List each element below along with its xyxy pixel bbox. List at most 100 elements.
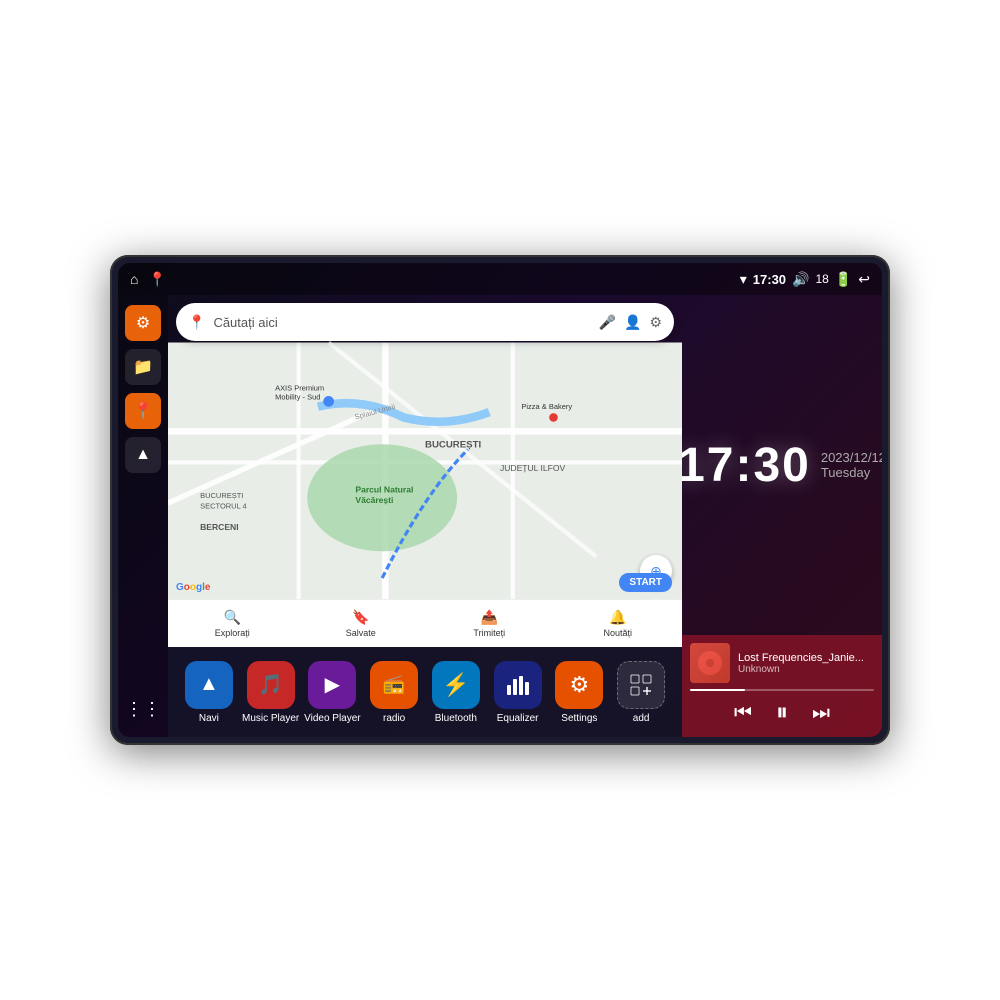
sidebar-item-navi[interactable]: ▲ xyxy=(125,437,161,473)
add-icon-wrap xyxy=(617,661,665,709)
grid-icon: ⋮⋮ xyxy=(125,699,161,720)
music-progress-bar[interactable] xyxy=(690,689,874,691)
video-player-label: Video Player xyxy=(304,713,361,724)
music-info: Lost Frequencies_Janie... Unknown xyxy=(690,643,874,683)
map-container[interactable]: Parcul Natural Văcărești BUCUREȘTI JUDEȚ… xyxy=(168,295,682,647)
clock-time: 17:30 xyxy=(678,438,811,493)
map-view: Parcul Natural Văcărești BUCUREȘTI JUDEȚ… xyxy=(168,295,682,647)
album-art xyxy=(690,643,730,683)
start-button[interactable]: START xyxy=(619,573,672,592)
files-icon: 📁 xyxy=(133,357,153,377)
main-content: ⚙ 📁 📍 ▲ ⋮⋮ xyxy=(118,295,882,737)
svg-text:Parcul Natural: Parcul Natural xyxy=(355,484,413,494)
add-grid-icon xyxy=(626,670,656,700)
start-label: START xyxy=(629,577,662,588)
navi-icon-wrap: ▲ xyxy=(185,661,233,709)
send-label: Trimiteți xyxy=(473,628,505,638)
battery-level: 18 xyxy=(815,272,828,286)
video-player-icon: ▶ xyxy=(325,672,340,697)
updates-label: Noutăți xyxy=(603,628,632,638)
back-icon[interactable]: ↩ xyxy=(858,271,870,288)
overflow-icon[interactable]: ⚙ xyxy=(649,314,662,331)
car-display: ⌂ 📍 ▾ 17:30 🔊 18 🔋 ↩ ⚙ 📁 xyxy=(110,255,890,745)
radio-icon: 📻 xyxy=(383,674,405,695)
play-pause-button[interactable]: ⏸ xyxy=(774,697,790,729)
google-logo: Google xyxy=(176,582,210,593)
music-player-label: Music Player xyxy=(242,713,299,724)
search-text[interactable]: Căutați aici xyxy=(213,315,590,330)
radio-icon-wrap: 📻 xyxy=(370,661,418,709)
maps-status-icon[interactable]: 📍 xyxy=(148,271,165,288)
clock-date: 2023/12/12 xyxy=(821,450,882,465)
sidebar-grid-button[interactable]: ⋮⋮ xyxy=(125,691,161,727)
music-player-panel: Lost Frequencies_Janie... Unknown ⏮ ⏸ ⏭ xyxy=(682,635,882,737)
clock-date-panel: 2023/12/12 Tuesday xyxy=(821,450,882,480)
settings-app-icon: ⚙ xyxy=(570,672,590,698)
app-navi[interactable]: ▲ Navi xyxy=(178,661,240,724)
home-icon[interactable]: ⌂ xyxy=(130,271,138,287)
navi-icon: ▲ xyxy=(135,446,151,464)
svg-text:BUCUREȘTI: BUCUREȘTI xyxy=(200,491,243,500)
music-controls: ⏮ ⏸ ⏭ xyxy=(690,697,874,729)
music-artist: Unknown xyxy=(738,664,874,675)
status-time: 17:30 xyxy=(753,272,786,287)
equalizer-label: Equalizer xyxy=(497,713,539,724)
map-tab-updates[interactable]: 🔔 Noutăți xyxy=(554,609,683,638)
music-player-icon: 🎵 xyxy=(258,672,283,697)
app-bluetooth[interactable]: ⚡ Bluetooth xyxy=(425,661,487,724)
app-equalizer[interactable]: Equalizer xyxy=(487,661,549,724)
right-panel: 17:30 2023/12/12 Tuesday xyxy=(682,295,882,737)
status-bar: ⌂ 📍 ▾ 17:30 🔊 18 🔋 ↩ xyxy=(118,263,882,295)
app-dock: ▲ Navi 🎵 Music Player ▶ Vi xyxy=(168,647,682,737)
sidebar: ⚙ 📁 📍 ▲ ⋮⋮ xyxy=(118,295,168,737)
map-tab-send[interactable]: 📤 Trimiteți xyxy=(425,609,554,638)
app-settings[interactable]: ⚙ Settings xyxy=(549,661,611,724)
svg-text:BUCUREȘTI: BUCUREȘTI xyxy=(425,439,481,450)
music-player-icon-wrap: 🎵 xyxy=(247,661,295,709)
music-details: Lost Frequencies_Janie... Unknown xyxy=(738,652,874,675)
sidebar-item-files[interactable]: 📁 xyxy=(125,349,161,385)
equalizer-icon-wrap xyxy=(494,661,542,709)
app-radio[interactable]: 📻 radio xyxy=(363,661,425,724)
svg-text:JUDEȚUL ILFOV: JUDEȚUL ILFOV xyxy=(500,463,566,473)
music-progress-fill xyxy=(690,689,745,691)
mic-icon[interactable]: 🎤 xyxy=(599,314,616,331)
send-icon: 📤 xyxy=(481,609,498,626)
map-tab-explore[interactable]: 🔍 Explorați xyxy=(168,609,297,638)
settings-app-icon-wrap: ⚙ xyxy=(555,661,603,709)
saved-icon: 🔖 xyxy=(352,609,369,626)
status-right: ▾ 17:30 🔊 18 🔋 ↩ xyxy=(740,271,870,288)
prev-button[interactable]: ⏮ xyxy=(732,700,754,727)
radio-label: radio xyxy=(383,713,405,724)
google-maps-icon: 📍 xyxy=(188,314,205,331)
sidebar-item-maps[interactable]: 📍 xyxy=(125,393,161,429)
settings-icon: ⚙ xyxy=(136,313,150,333)
video-player-icon-wrap: ▶ xyxy=(308,661,356,709)
app-video-player[interactable]: ▶ Video Player xyxy=(302,661,364,724)
explore-label: Explorați xyxy=(215,628,250,638)
clock-weekday: Tuesday xyxy=(821,465,882,480)
account-icon[interactable]: 👤 xyxy=(624,314,641,331)
navi-app-icon: ▲ xyxy=(199,673,219,696)
map-tabs: 🔍 Explorați 🔖 Salvate 📤 Trimiteți xyxy=(168,599,682,647)
svg-text:Văcărești: Văcărești xyxy=(355,495,393,505)
clock-panel: 17:30 2023/12/12 Tuesday xyxy=(682,295,882,635)
next-button[interactable]: ⏭ xyxy=(810,700,832,727)
saved-label: Salvate xyxy=(346,628,376,638)
battery-icon: 🔋 xyxy=(835,271,852,288)
svg-text:Pizza & Bakery: Pizza & Bakery xyxy=(521,402,572,411)
bluetooth-icon-wrap: ⚡ xyxy=(432,661,480,709)
music-title: Lost Frequencies_Janie... xyxy=(738,652,874,664)
album-art-image xyxy=(690,643,730,683)
svg-text:BERCENI: BERCENI xyxy=(200,522,238,532)
svg-text:SECTORUL 4: SECTORUL 4 xyxy=(200,501,247,510)
map-search-bar[interactable]: 📍 Căutați aici 🎤 👤 ⚙ xyxy=(176,303,674,341)
map-svg: Parcul Natural Văcărești BUCUREȘTI JUDEȚ… xyxy=(168,295,682,647)
map-tab-saved[interactable]: 🔖 Salvate xyxy=(297,609,426,638)
equalizer-bars-icon xyxy=(504,671,532,699)
center-content: Parcul Natural Văcărești BUCUREȘTI JUDEȚ… xyxy=(168,295,682,737)
sidebar-item-settings[interactable]: ⚙ xyxy=(125,305,161,341)
app-music-player[interactable]: 🎵 Music Player xyxy=(240,661,302,724)
wifi-icon: ▾ xyxy=(740,271,747,288)
app-add[interactable]: add xyxy=(610,661,672,724)
